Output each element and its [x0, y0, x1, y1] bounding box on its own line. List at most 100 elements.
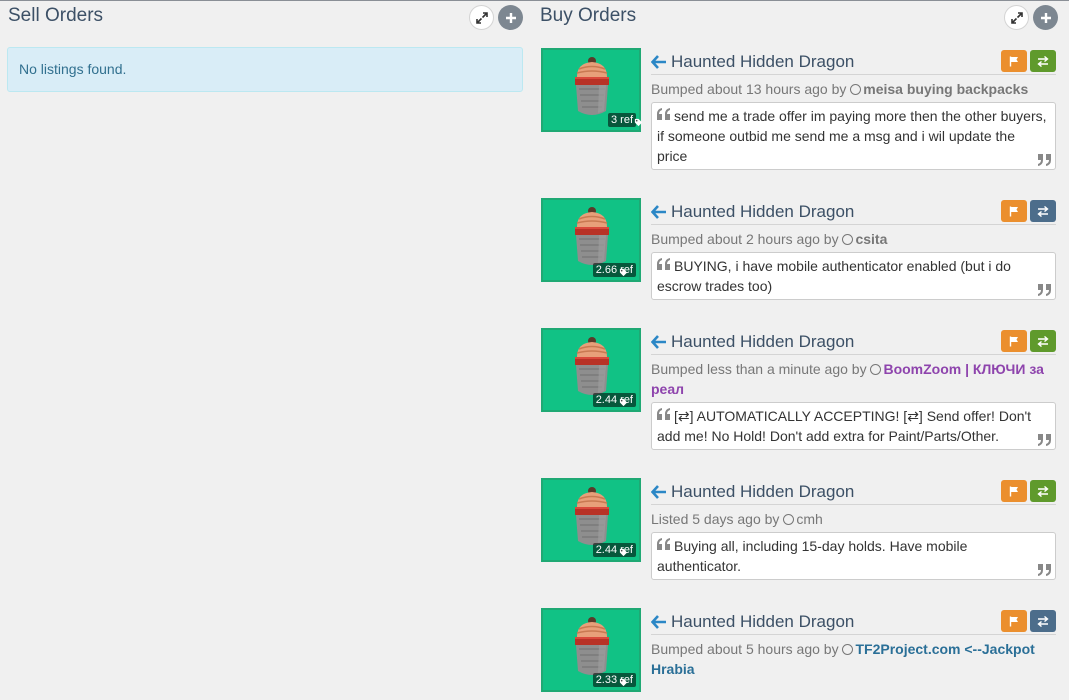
- report-flag-button[interactable]: [1001, 50, 1027, 72]
- listing-info: Haunted Hidden Dragon: [651, 328, 1056, 450]
- item-name-link[interactable]: Haunted Hidden Dragon: [671, 612, 854, 632]
- listing-info: Haunted Hidden Dragon: [651, 478, 1056, 580]
- quote-left-icon: [657, 408, 670, 420]
- price-tag: 2.66 ref: [592, 263, 636, 277]
- listing-info: Haunted Hidden Dragon: [651, 198, 1056, 300]
- buy-orders-title: Buy Orders: [540, 5, 637, 26]
- exchange-icon: [1037, 55, 1049, 67]
- bump-status-text: Bumped about 2 hours ago by: [651, 231, 839, 247]
- bump-status-line: Bumped about 13 hours ago by meisa buyin…: [651, 79, 1056, 99]
- item-image[interactable]: 3 ref: [541, 48, 643, 132]
- exchange-icon: [1037, 615, 1049, 627]
- buy-add-listing-button[interactable]: [1033, 5, 1058, 30]
- bump-status-line: Bumped less than a minute ago by BoomZoo…: [651, 359, 1056, 399]
- item-image[interactable]: 2.44 ref: [541, 478, 641, 562]
- buy-orders-header-buttons: [1004, 5, 1058, 30]
- sell-orders-empty-alert: No listings found.: [7, 47, 523, 92]
- tag-icon: [619, 398, 627, 407]
- exchange-icon: [1037, 335, 1049, 347]
- buy-orders-header: Buy Orders: [540, 1, 1058, 35]
- tag-icon: [619, 268, 627, 277]
- buy-expand-button[interactable]: [1004, 5, 1029, 30]
- arrow-left-icon: [651, 615, 666, 629]
- user-circle-icon: [850, 84, 862, 95]
- sell-expand-button[interactable]: [469, 5, 494, 30]
- arrow-left-icon: [651, 335, 666, 349]
- bump-status-line: Bumped about 5 hours ago by TF2Project.c…: [651, 639, 1056, 679]
- report-flag-button[interactable]: [1001, 330, 1027, 352]
- listing-comment: [⇄] AUTOMATICALLY ACCEPTING! [⇄] Send of…: [651, 402, 1056, 450]
- listing-title-row: Haunted Hidden Dragon: [651, 328, 1056, 355]
- bump-status-text: Bumped less than a minute ago by: [651, 361, 867, 377]
- sell-add-listing-button[interactable]: [498, 5, 523, 30]
- quote-left-icon: [657, 258, 670, 270]
- flag-icon: [1009, 206, 1018, 216]
- listing-action-buttons: [1001, 480, 1056, 502]
- tag-icon: [634, 118, 643, 127]
- flag-icon: [1009, 56, 1018, 66]
- comment-text: Buying all, including 15-day holds. Have…: [657, 538, 968, 574]
- listing-title-row: Haunted Hidden Dragon: [651, 478, 1056, 505]
- hidden-dragon-item-icon: [575, 207, 609, 265]
- report-flag-button[interactable]: [1001, 200, 1027, 222]
- price-tag: 2.33 ref: [592, 673, 636, 687]
- expand-icon: [475, 11, 488, 24]
- item-image[interactable]: 2.66 ref: [541, 198, 641, 282]
- bump-status-line: Bumped about 2 hours ago by csita: [651, 229, 1056, 249]
- user-name-link[interactable]: cmh: [796, 511, 822, 527]
- price-tag: 2.44 ref: [592, 393, 636, 407]
- send-trade-offer-button[interactable]: [1030, 330, 1056, 352]
- send-trade-offer-button[interactable]: [1030, 200, 1056, 222]
- tag-icon: [619, 678, 627, 687]
- user-circle-icon: [842, 644, 854, 655]
- sell-orders-column: Sell Orders No listings found.: [7, 1, 523, 92]
- plus-icon: [1040, 12, 1051, 23]
- sell-orders-title: Sell Orders: [8, 5, 104, 26]
- comment-text: [⇄] AUTOMATICALLY ACCEPTING! [⇄] Send of…: [657, 408, 1032, 444]
- send-trade-offer-button[interactable]: [1030, 610, 1056, 632]
- listing-info: Haunted Hidden Dragon: [651, 48, 1056, 170]
- hidden-dragon-item-icon: [575, 337, 609, 395]
- quote-right-icon: [1038, 434, 1051, 446]
- send-trade-offer-button[interactable]: [1030, 480, 1056, 502]
- send-trade-offer-button[interactable]: [1030, 50, 1056, 72]
- listing-info: Haunted Hidden Dragon: [651, 608, 1056, 679]
- listing-action-buttons: [1001, 50, 1056, 72]
- quote-right-icon: [1038, 284, 1051, 296]
- item-name-link[interactable]: Haunted Hidden Dragon: [671, 52, 854, 72]
- arrow-left-icon: [651, 55, 666, 69]
- user-name-link[interactable]: meisa buying backpacks: [863, 81, 1028, 97]
- flag-icon: [1009, 486, 1018, 496]
- listing-title-row: Haunted Hidden Dragon: [651, 48, 1056, 75]
- comment-text: send me a trade offer im paying more the…: [657, 108, 1047, 164]
- buy-orders-column: Buy Orders 3 ref Haunted Hidden Dragon B…: [540, 1, 1058, 692]
- bump-status-text: Bumped about 13 hours ago by: [651, 81, 847, 97]
- listing-title-row: Haunted Hidden Dragon: [651, 608, 1056, 635]
- report-flag-button[interactable]: [1001, 610, 1027, 632]
- user-circle-icon: [842, 234, 854, 245]
- expand-icon: [1010, 11, 1023, 24]
- bump-status-line: Listed 5 days ago by cmh: [651, 509, 1056, 529]
- arrow-left-icon: [651, 485, 666, 499]
- quote-right-icon: [1038, 154, 1051, 166]
- bump-status-text: Bumped about 5 hours ago by: [651, 641, 839, 657]
- item-image[interactable]: 2.33 ref: [541, 608, 641, 692]
- quote-left-icon: [657, 538, 670, 550]
- item-image[interactable]: 2.44 ref: [541, 328, 641, 412]
- report-flag-button[interactable]: [1001, 480, 1027, 502]
- item-name-link[interactable]: Haunted Hidden Dragon: [671, 202, 854, 222]
- listing-action-buttons: [1001, 200, 1056, 222]
- sell-orders-header: Sell Orders: [7, 1, 523, 35]
- listing-title-row: Haunted Hidden Dragon: [651, 198, 1056, 225]
- plus-icon: [505, 12, 516, 23]
- price-value: 3 ref: [610, 114, 633, 126]
- user-name-link[interactable]: csita: [855, 231, 887, 247]
- bump-status-text: Listed 5 days ago by: [651, 511, 780, 527]
- arrow-left-icon: [651, 205, 666, 219]
- listing-comment: BUYING, i have mobile authenticator enab…: [651, 252, 1056, 300]
- item-name-link[interactable]: Haunted Hidden Dragon: [671, 482, 854, 502]
- item-name-link[interactable]: Haunted Hidden Dragon: [671, 332, 854, 352]
- user-circle-icon: [870, 364, 882, 375]
- hidden-dragon-item-icon: [575, 487, 609, 545]
- listing-comment: send me a trade offer im paying more the…: [651, 102, 1056, 170]
